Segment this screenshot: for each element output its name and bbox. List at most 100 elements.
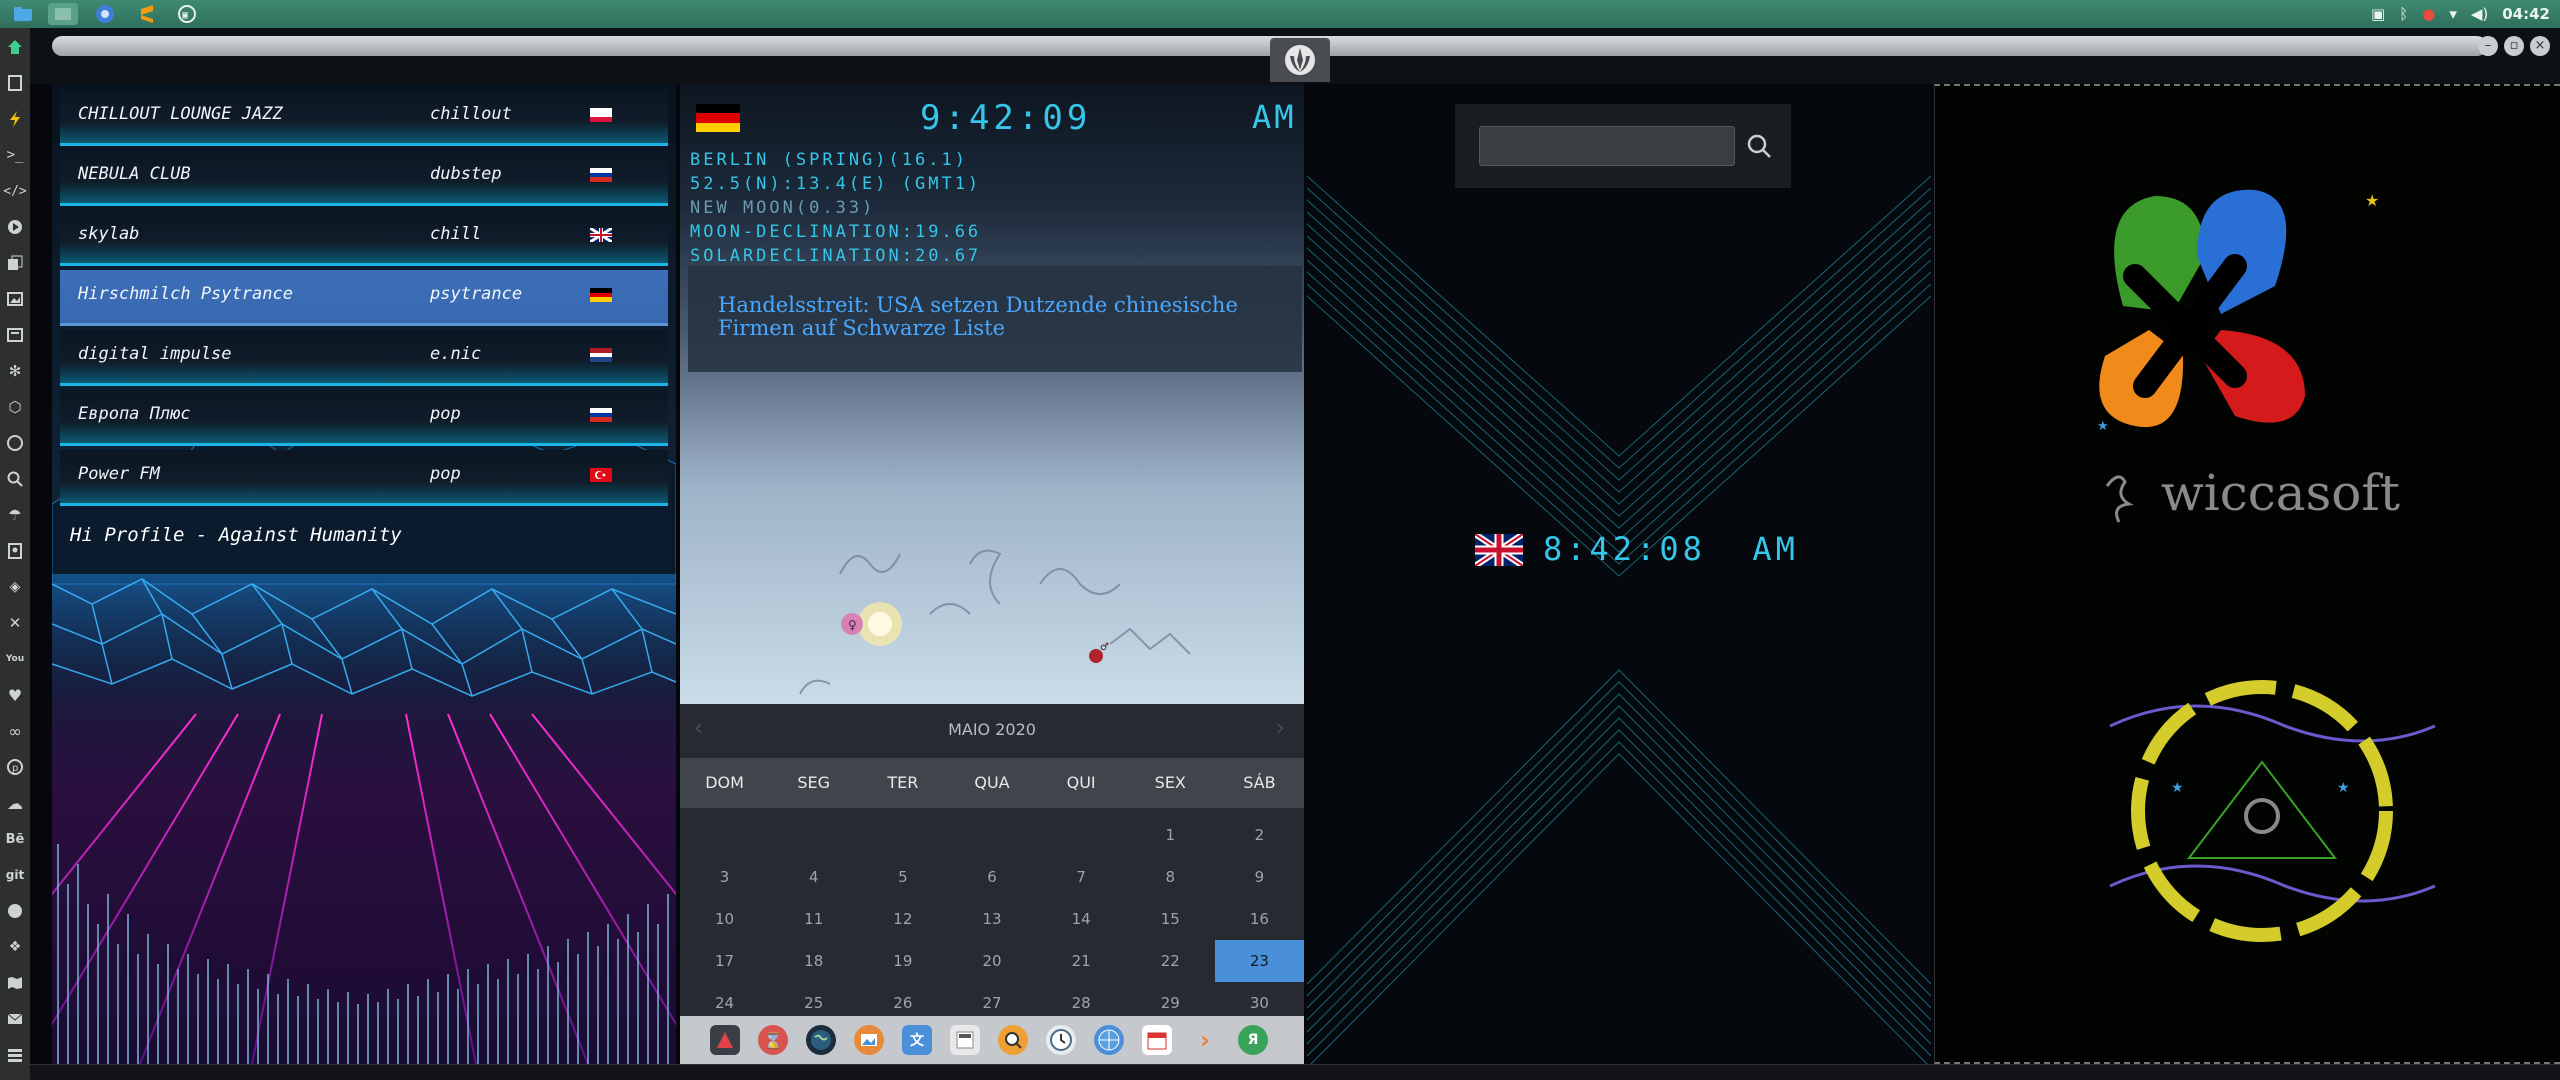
calendar-day[interactable]: 10 bbox=[680, 898, 769, 940]
code-icon[interactable]: </> bbox=[3, 178, 26, 204]
image-viewer-icon[interactable] bbox=[854, 1025, 884, 1055]
terminal-prompt-icon[interactable]: >_ bbox=[5, 142, 25, 168]
document-icon[interactable] bbox=[5, 70, 25, 96]
arrow-icon[interactable]: › bbox=[1190, 1025, 1220, 1055]
calendar-day-today[interactable]: 23 bbox=[1214, 940, 1304, 982]
station-name: CHILLOUT LOUNGE JAZZ bbox=[78, 104, 283, 124]
translate-icon[interactable]: 文 bbox=[902, 1025, 932, 1055]
station-row[interactable]: CHILLOUT LOUNGE JAZZ chillout bbox=[60, 90, 668, 146]
calendar-day[interactable] bbox=[1037, 814, 1126, 856]
browser-icon[interactable] bbox=[90, 3, 120, 25]
calendar-day[interactable]: 14 bbox=[1037, 898, 1126, 940]
calendar-day[interactable]: 1 bbox=[1126, 814, 1215, 856]
calendar-day[interactable] bbox=[858, 814, 947, 856]
cloud-icon[interactable]: ☁ bbox=[5, 790, 25, 816]
news-headline[interactable]: Handelsstreit: USA setzen Dutzende chine… bbox=[718, 294, 1278, 340]
calendar-day[interactable]: 13 bbox=[947, 898, 1036, 940]
bolt-icon[interactable] bbox=[5, 106, 25, 132]
calendar-day[interactable]: 18 bbox=[769, 940, 858, 982]
alert-icon[interactable]: ● bbox=[2422, 5, 2435, 23]
calendar-icon[interactable] bbox=[1142, 1025, 1172, 1055]
calendar-day[interactable] bbox=[947, 814, 1036, 856]
station-row[interactable]: NEBULA CLUB dubstep bbox=[60, 150, 668, 206]
station-row[interactable]: Power FM pop bbox=[60, 450, 668, 506]
search-icon[interactable] bbox=[998, 1025, 1028, 1055]
pinterest-icon[interactable]: p bbox=[5, 754, 25, 780]
search-icon[interactable] bbox=[5, 466, 25, 492]
search-input[interactable] bbox=[1479, 126, 1735, 166]
volume-icon[interactable]: ◀) bbox=[2471, 5, 2488, 23]
calculator-icon[interactable] bbox=[950, 1025, 980, 1055]
screenshot-icon[interactable]: ▣ bbox=[2371, 5, 2385, 23]
umbrella-icon[interactable]: ☂ bbox=[5, 502, 25, 528]
flag-uk-icon bbox=[1475, 534, 1523, 566]
calendar-day[interactable]: 5 bbox=[858, 856, 947, 898]
close-icon[interactable]: × bbox=[2530, 36, 2550, 56]
calendar-day[interactable] bbox=[769, 814, 858, 856]
calendar-day[interactable]: 2 bbox=[1215, 814, 1304, 856]
rebel-alliance-logo-icon[interactable] bbox=[1270, 38, 1330, 82]
calendar-day[interactable]: 22 bbox=[1126, 940, 1215, 982]
github-icon[interactable] bbox=[5, 898, 25, 924]
heart-icon[interactable]: ♥ bbox=[5, 682, 25, 708]
station-row[interactable]: digital impulse e.nic bbox=[60, 330, 668, 386]
station-row-selected[interactable]: Hirschmilch Psytrance psytrance bbox=[60, 270, 668, 326]
fullscreen-icon[interactable]: ✕ bbox=[5, 610, 25, 636]
copy-icon[interactable] bbox=[5, 250, 25, 276]
maximize-icon[interactable]: ▫ bbox=[2504, 36, 2524, 56]
infinity-icon[interactable]: ∞ bbox=[5, 718, 25, 744]
news-ticker[interactable]: Handelsstreit: USA setzen Dutzende chine… bbox=[688, 266, 1302, 372]
calendar-day[interactable]: 21 bbox=[1037, 940, 1126, 982]
settings-icon[interactable]: ✻ bbox=[5, 358, 25, 384]
web-icon[interactable] bbox=[5, 430, 25, 456]
contacts-icon[interactable] bbox=[5, 538, 25, 564]
desktop-icon[interactable] bbox=[48, 3, 78, 25]
files-icon[interactable] bbox=[8, 3, 38, 25]
hourglass-icon[interactable]: ⌛ bbox=[758, 1025, 788, 1055]
earth-icon[interactable] bbox=[806, 1025, 836, 1055]
apps-icon[interactable]: ❖ bbox=[5, 934, 25, 960]
terminal-icon[interactable]: ▣ bbox=[172, 3, 202, 25]
map-icon[interactable] bbox=[5, 970, 25, 996]
home-icon[interactable] bbox=[5, 34, 25, 60]
minimize-icon[interactable]: – bbox=[2478, 36, 2498, 56]
calendar-day[interactable]: 8 bbox=[1126, 856, 1215, 898]
calendar-day[interactable]: 6 bbox=[947, 856, 1036, 898]
yandex-icon[interactable]: Я bbox=[1238, 1025, 1268, 1055]
pyramid-eye-emblem: ★ ★ bbox=[2109, 680, 2436, 942]
clock-icon[interactable] bbox=[1046, 1025, 1076, 1055]
system-clock[interactable]: 04:42 bbox=[2502, 5, 2550, 23]
sublime-icon[interactable] bbox=[132, 3, 162, 25]
calendar-day[interactable]: 15 bbox=[1126, 898, 1215, 940]
flag-netherlands-icon bbox=[590, 348, 612, 362]
calendar-day[interactable]: 9 bbox=[1215, 856, 1304, 898]
search-icon[interactable] bbox=[1739, 126, 1779, 166]
youtube-icon[interactable]: You bbox=[5, 646, 25, 672]
calendar-day[interactable] bbox=[680, 814, 769, 856]
calendar-day[interactable]: 3 bbox=[680, 856, 769, 898]
image-icon[interactable] bbox=[5, 286, 25, 312]
calendar-day[interactable]: 4 bbox=[769, 856, 858, 898]
calendar-day[interactable]: 11 bbox=[769, 898, 858, 940]
git-icon[interactable]: git bbox=[5, 862, 25, 888]
station-row[interactable]: Европа Плюс pop bbox=[60, 390, 668, 446]
wifi-icon[interactable]: ▾ bbox=[2449, 5, 2457, 23]
calendar-day[interactable]: 7 bbox=[1037, 856, 1126, 898]
play-icon[interactable] bbox=[5, 214, 25, 240]
calendar-day[interactable]: 19 bbox=[858, 940, 947, 982]
calendar-day[interactable]: 12 bbox=[858, 898, 947, 940]
mail-icon[interactable] bbox=[5, 1006, 25, 1032]
tag-icon[interactable]: ◈ bbox=[5, 574, 25, 600]
station-row[interactable]: skylab chill bbox=[60, 210, 668, 266]
hexagon-icon[interactable]: ⬡ bbox=[5, 394, 25, 420]
bluetooth-icon[interactable]: ᛒ bbox=[2399, 5, 2408, 23]
globe-icon[interactable] bbox=[1094, 1025, 1124, 1055]
calendar-day[interactable]: 20 bbox=[947, 940, 1036, 982]
calendar-next-button[interactable]: › bbox=[1276, 716, 1285, 741]
news-icon[interactable] bbox=[5, 322, 25, 348]
calendar-day[interactable]: 16 bbox=[1215, 898, 1304, 940]
behance-icon[interactable]: Bē bbox=[5, 826, 25, 852]
calendar-day[interactable]: 17 bbox=[680, 940, 769, 982]
list-icon[interactable] bbox=[5, 1042, 25, 1068]
app-launcher-icon[interactable] bbox=[710, 1025, 740, 1055]
